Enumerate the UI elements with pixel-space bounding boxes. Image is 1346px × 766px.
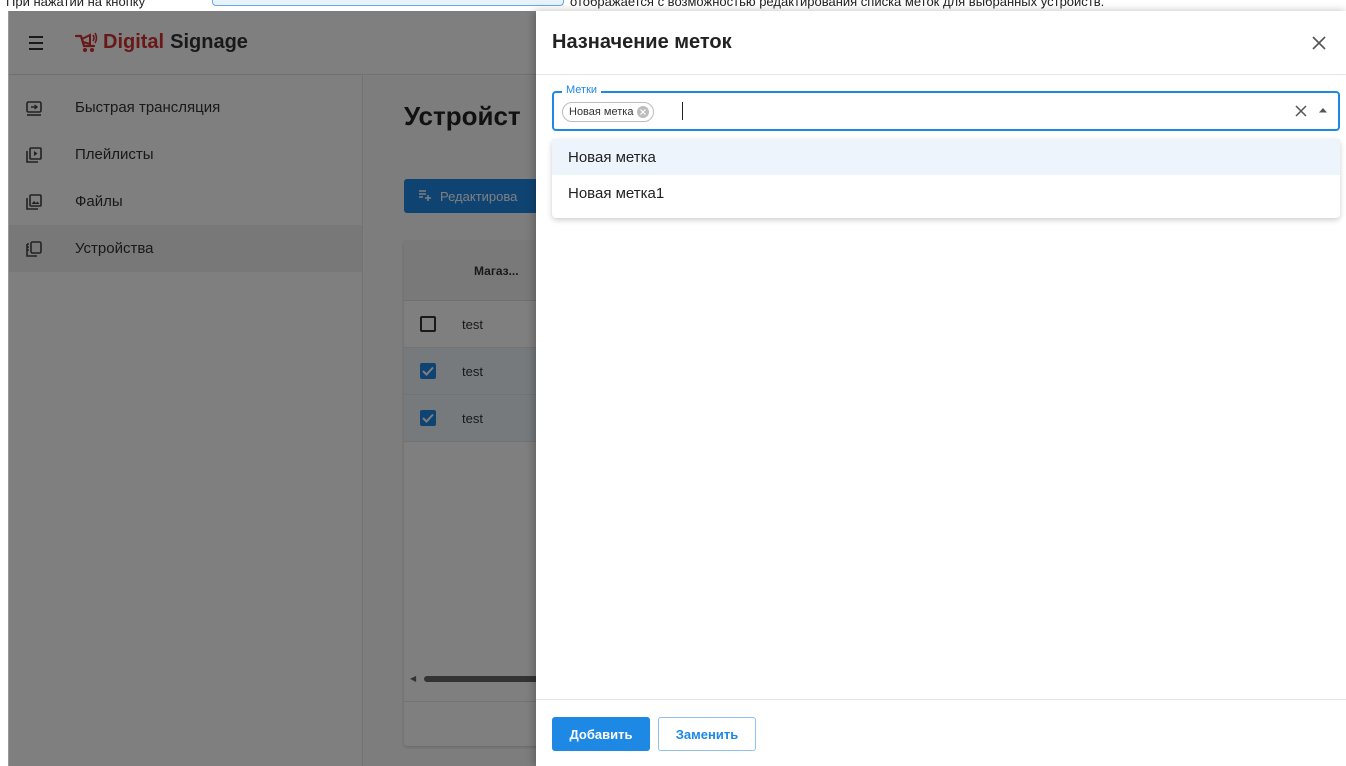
arrow-up-icon[interactable] bbox=[1316, 103, 1330, 117]
tags-options-list: Новая метка Новая метка1 bbox=[552, 139, 1340, 218]
tags-autocomplete[interactable]: Метки Новая метка bbox=[552, 84, 1340, 131]
modal-backdrop[interactable] bbox=[9, 11, 536, 766]
option-item[interactable]: Новая метка1 bbox=[552, 175, 1340, 211]
tag-chip-label: Новая метка bbox=[569, 106, 634, 118]
assign-tags-drawer: Назначение меток Метки Новая метка Новая… bbox=[536, 11, 1346, 766]
add-button[interactable]: Добавить bbox=[552, 717, 650, 751]
tag-chip[interactable]: Новая метка bbox=[562, 102, 655, 122]
tags-input[interactable] bbox=[686, 99, 1286, 125]
drawer-header: Назначение меток bbox=[536, 11, 1346, 75]
caption-button-image bbox=[212, 0, 564, 6]
text-cursor bbox=[682, 102, 683, 120]
caption-text-before: При нажатии на кнопку bbox=[6, 0, 146, 9]
drawer-title: Назначение меток bbox=[552, 31, 732, 53]
caption-text-after: отображается с возможностью редактирован… bbox=[570, 0, 1105, 9]
page: При нажатии на кнопку отображается с воз… bbox=[0, 0, 1346, 766]
tags-field-label: Метки bbox=[562, 84, 602, 96]
app-window: Digital Signage Быстрая трансляция Плейл… bbox=[8, 11, 1346, 766]
replace-button[interactable]: Заменить bbox=[658, 717, 756, 751]
close-icon[interactable] bbox=[1307, 31, 1331, 55]
clear-icon[interactable] bbox=[1292, 102, 1310, 120]
option-item[interactable]: Новая метка bbox=[552, 139, 1340, 175]
document-caption: При нажатии на кнопку отображается с воз… bbox=[0, 0, 1346, 11]
drawer-footer: Добавить Заменить bbox=[536, 699, 1346, 766]
chip-remove-icon[interactable] bbox=[637, 106, 650, 118]
